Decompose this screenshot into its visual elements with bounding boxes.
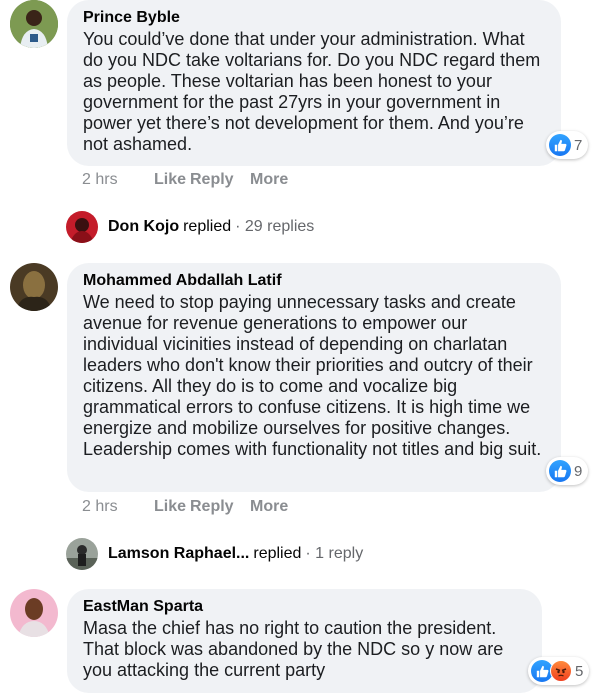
reply-count[interactable]: · 1 reply (305, 545, 363, 563)
avatar[interactable] (10, 589, 58, 637)
reply-button[interactable]: Reply (190, 498, 250, 516)
avatar[interactable] (10, 263, 58, 311)
comment-text: We need to stop paying unnecessary tasks… (83, 292, 542, 459)
comment-author[interactable]: Prince Byble (83, 8, 545, 28)
more-button[interactable]: More (250, 498, 288, 516)
comment-time[interactable]: 2 hrs (82, 498, 154, 516)
comment-text: Masa the chief has no right to caution t… (83, 618, 504, 680)
like-button[interactable]: Like (154, 498, 190, 516)
like-button[interactable]: Like (154, 171, 190, 189)
comment-time[interactable]: 2 hrs (82, 171, 154, 189)
reply-verb: replied (183, 218, 232, 235)
reaction-summary[interactable]: 7 (546, 131, 589, 159)
comment-actions: 2 hrs Like Reply More (82, 171, 288, 189)
reaction-count: 7 (574, 136, 583, 154)
avatar (66, 538, 98, 570)
reaction-summary[interactable]: 5 (528, 657, 590, 685)
reaction-summary[interactable]: 9 (546, 457, 589, 485)
replies-link[interactable]: Lamson Raphael... replied · 1 reply (66, 538, 363, 570)
comment-actions: 2 hrs Like Reply More (82, 498, 288, 516)
replies-link[interactable]: Don Kojo replied · 29 replies (66, 211, 314, 243)
comment-text: You could’ve done that under your admini… (83, 29, 541, 154)
reply-verb: replied (253, 545, 302, 562)
reply-button[interactable]: Reply (190, 171, 250, 189)
avatar[interactable] (10, 0, 58, 48)
reply-author[interactable]: Don Kojo (108, 218, 179, 236)
comment-author[interactable]: Mohammed Abdallah Latif (83, 271, 545, 291)
reaction-count: 5 (575, 662, 584, 680)
like-reaction-icon (549, 460, 571, 482)
avatar (66, 211, 98, 243)
reply-author[interactable]: Lamson Raphael... (108, 545, 249, 563)
reply-count[interactable]: · 29 replies (235, 218, 314, 236)
comment-bubble: EastMan Sparta Masa the chief has no rig… (67, 589, 542, 693)
more-button[interactable]: More (250, 171, 288, 189)
comment-bubble: Prince Byble You could’ve done that unde… (67, 0, 561, 166)
comment-author[interactable]: EastMan Sparta (83, 597, 526, 617)
angry-reaction-icon (550, 660, 572, 682)
like-reaction-icon (549, 134, 571, 156)
reaction-count: 9 (574, 462, 583, 480)
comment-bubble: Mohammed Abdallah Latif We need to stop … (67, 263, 561, 492)
